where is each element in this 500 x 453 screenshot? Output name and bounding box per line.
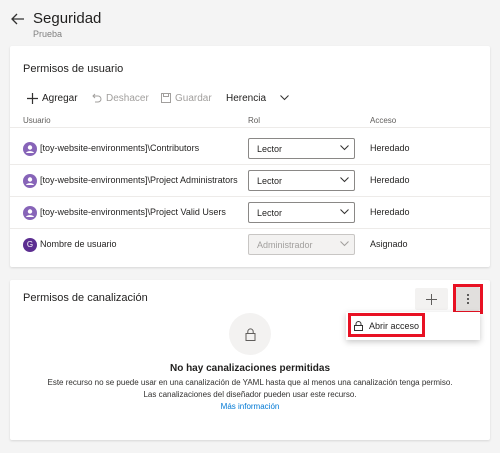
- undo-icon: [92, 93, 102, 103]
- user-name: Nombre de usuario: [40, 239, 117, 249]
- column-header-role: Rol: [248, 116, 261, 125]
- pipeline-permissions-title: Permisos de canalización: [23, 292, 148, 304]
- role-value: Lector: [257, 144, 283, 154]
- add-pipeline-button[interactable]: [415, 288, 448, 310]
- group-avatar-icon: [23, 174, 37, 188]
- header-divider: [10, 127, 490, 128]
- chevron-down-icon: [340, 145, 349, 151]
- page-subtitle: Prueba: [33, 29, 63, 39]
- user-name: [toy-website-environments]\Project Valid…: [40, 207, 226, 217]
- back-arrow-icon[interactable]: [9, 10, 27, 28]
- user-permissions-title: Permisos de usuario: [23, 63, 124, 75]
- column-header-user: Usuario: [23, 116, 51, 125]
- page-header: Seguridad Prueba: [0, 0, 500, 46]
- save-label: Guardar: [175, 92, 212, 104]
- column-header-access: Acceso: [370, 116, 397, 125]
- user-permissions-card: Permisos de usuario Agregar Deshacer Gua…: [10, 46, 490, 267]
- empty-state-title: No hay canalizaciones permitidas: [169, 363, 331, 374]
- add-button[interactable]: Agregar: [27, 88, 78, 108]
- user-name: [toy-website-environments]\Contributors: [40, 143, 200, 153]
- group-avatar-icon: [23, 206, 37, 220]
- learn-more-link[interactable]: Más información: [10, 402, 490, 411]
- role-dropdown-disabled: Administrador: [248, 234, 355, 255]
- empty-state-description-2: Las canalizaciones del diseñador pueden …: [143, 390, 357, 399]
- save-button[interactable]: Guardar: [161, 88, 212, 108]
- table-row: G Nombre de usuario Administrador Asigna…: [10, 229, 490, 261]
- table-row: [toy-website-environments]\Contributors …: [10, 133, 490, 165]
- chevron-down-icon: [340, 241, 349, 247]
- more-options-highlight: [453, 284, 483, 314]
- chevron-down-icon: [340, 177, 349, 183]
- open-access-highlight: [348, 313, 425, 337]
- access-value: Heredado: [370, 207, 410, 217]
- role-value: Lector: [257, 176, 283, 186]
- access-value: Heredado: [370, 143, 410, 153]
- role-dropdown[interactable]: Lector: [248, 202, 355, 223]
- plus-icon: [426, 293, 437, 305]
- chevron-down-icon: [280, 95, 289, 101]
- inheritance-dropdown[interactable]: Herencia: [226, 88, 293, 108]
- empty-state-lock-icon: [229, 313, 271, 355]
- pipeline-permissions-card: Permisos de canalización Abrir acceso No…: [10, 280, 490, 440]
- empty-state-description: Este recurso no se puede usar en una can…: [47, 378, 453, 387]
- chevron-down-icon: [340, 209, 349, 215]
- save-icon: [161, 93, 171, 103]
- access-value: Asignado: [370, 239, 408, 249]
- add-label: Agregar: [42, 92, 78, 104]
- permissions-toolbar: Agregar Deshacer Guardar Herencia: [23, 88, 463, 108]
- table-row: [toy-website-environments]\Project Admin…: [10, 165, 490, 197]
- page-title: Seguridad: [33, 10, 102, 27]
- role-value: Administrador: [257, 240, 313, 250]
- role-dropdown[interactable]: Lector: [248, 138, 355, 159]
- user-avatar: G: [23, 238, 37, 252]
- undo-label: Deshacer: [106, 92, 149, 104]
- undo-button[interactable]: Deshacer: [92, 88, 149, 108]
- access-value: Heredado: [370, 175, 410, 185]
- inheritance-label: Herencia: [226, 92, 267, 104]
- role-dropdown[interactable]: Lector: [248, 170, 355, 191]
- plus-icon: [27, 92, 38, 104]
- group-avatar-icon: [23, 142, 37, 156]
- table-row: [toy-website-environments]\Project Valid…: [10, 197, 490, 229]
- role-value: Lector: [257, 208, 283, 218]
- user-name: [toy-website-environments]\Project Admin…: [40, 175, 238, 185]
